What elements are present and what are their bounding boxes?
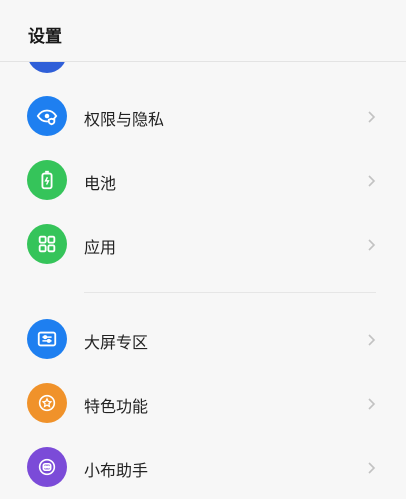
settings-item-special-features[interactable]: 特色功能 bbox=[0, 371, 406, 435]
settings-item-battery[interactable]: 电池 bbox=[0, 148, 406, 212]
apps-grid-icon bbox=[27, 224, 67, 264]
chevron-right-icon bbox=[364, 237, 378, 251]
settings-item-label: 特色功能 bbox=[84, 397, 149, 416]
assistant-icon bbox=[27, 447, 67, 487]
settings-item-apps[interactable]: 应用 bbox=[0, 212, 406, 276]
settings-list: 权限与隐私 电池 应用 大屏专区 特色功能 小布助手 bbox=[0, 0, 406, 489]
settings-item-label: 电池 bbox=[84, 174, 117, 193]
chevron-right-icon bbox=[364, 460, 378, 474]
settings-item-label: 权限与隐私 bbox=[84, 110, 165, 129]
settings-item-label: 应用 bbox=[84, 238, 117, 257]
chevron-right-icon bbox=[364, 332, 378, 346]
chevron-right-icon bbox=[364, 109, 378, 123]
page-header: 设置 bbox=[0, 0, 406, 62]
chevron-right-icon bbox=[364, 173, 378, 187]
settings-item-assistant[interactable]: 小布助手 bbox=[0, 435, 406, 499]
chevron-right-icon bbox=[364, 396, 378, 410]
section-divider bbox=[84, 292, 376, 293]
star-icon bbox=[27, 383, 67, 423]
settings-item-label: 小布助手 bbox=[84, 461, 149, 480]
settings-item-label: 大屏专区 bbox=[84, 333, 149, 352]
settings-item-large-screen[interactable]: 大屏专区 bbox=[0, 307, 406, 371]
page-title: 设置 bbox=[28, 27, 62, 47]
battery-icon bbox=[27, 160, 67, 200]
settings-item-privacy[interactable]: 权限与隐私 bbox=[0, 84, 406, 148]
large-screen-icon bbox=[27, 319, 67, 359]
eye-shield-icon bbox=[27, 96, 67, 136]
